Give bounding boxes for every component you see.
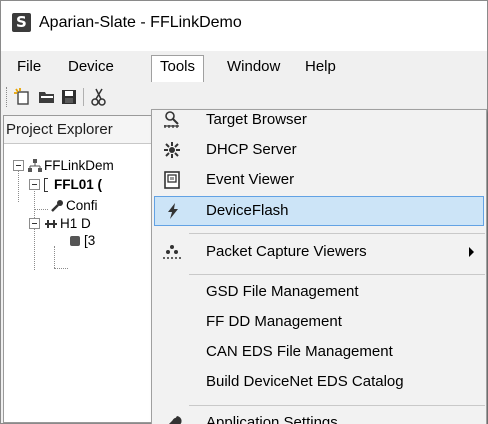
toolbar-separator	[83, 88, 84, 106]
submenu-arrow-icon	[469, 247, 474, 257]
project-explorer-title: Project Explorer	[6, 121, 113, 138]
menu-separator	[189, 405, 485, 406]
menu-item-label: Application Settings	[206, 414, 338, 424]
tree-expander-project[interactable]	[13, 160, 24, 171]
save-icon[interactable]	[59, 87, 79, 107]
menu-help[interactable]: Help	[297, 56, 344, 80]
menu-window[interactable]: Window	[219, 56, 288, 80]
menu-item-label: FF DD Management	[206, 313, 342, 330]
menu-bar: File Device Tools Window Help	[1, 51, 487, 82]
tree-expander-h1[interactable]	[29, 218, 40, 229]
menu-item-application-settings[interactable]: Application Settings	[154, 409, 484, 424]
new-icon[interactable]	[13, 87, 33, 107]
open-icon[interactable]	[37, 87, 57, 107]
menu-item-packet-capture[interactable]: Packet Capture Viewers	[154, 238, 484, 266]
cut-icon[interactable]	[89, 87, 109, 107]
device-node-icon	[70, 236, 80, 246]
tree-expander-device[interactable]	[29, 179, 40, 190]
menu-item-can-eds-file-management[interactable]: CAN EDS File Management	[154, 338, 484, 366]
menu-separator	[189, 274, 485, 275]
tree-item-config[interactable]: Confi	[66, 196, 162, 216]
app-logo-letter: S	[16, 13, 27, 31]
menu-item-dhcp-server[interactable]: DHCP Server	[154, 136, 484, 164]
menu-item-build-devicenet-eds-catalog[interactable]: Build DeviceNet EDS Catalog	[154, 368, 484, 396]
menu-item-label: GSD File Management	[206, 283, 359, 300]
target-browser-icon	[164, 111, 179, 128]
menu-item-label: Target Browser	[206, 111, 307, 128]
menu-item-label: CAN EDS File Management	[206, 343, 393, 360]
menu-item-ff-dd-management[interactable]: FF DD Management	[154, 308, 484, 336]
menu-item-device-flash[interactable]: DeviceFlash	[154, 196, 484, 226]
tree-line	[34, 188, 35, 270]
menu-item-target-browser[interactable]: Target Browser	[154, 106, 484, 134]
packet-capture-icon	[163, 245, 181, 259]
wrench-icon	[168, 416, 182, 424]
menu-separator	[189, 233, 485, 234]
toolbar-grip[interactable]	[6, 87, 9, 107]
project-explorer-header: Project Explorer	[4, 116, 162, 144]
menu-item-label: Event Viewer	[206, 171, 295, 188]
h1-bus-icon	[45, 220, 57, 228]
tree-line	[18, 166, 19, 202]
tree-item-project[interactable]: FFLinkDem	[44, 156, 162, 176]
app-window: S Aparian-Slate - FFLinkDemo File Device…	[0, 0, 488, 424]
menu-file[interactable]: File	[9, 56, 49, 80]
menu-item-gsd-file-management[interactable]: GSD File Management	[154, 278, 484, 306]
menu-item-event-viewer[interactable]: Event Viewer	[154, 166, 484, 194]
menu-device[interactable]: Device	[60, 56, 122, 80]
tree-item-device[interactable]: FFL01 (	[54, 175, 162, 195]
title-bar: S Aparian-Slate - FFLinkDemo	[1, 1, 487, 51]
tree-line	[54, 268, 68, 269]
menu-item-label: DeviceFlash	[206, 202, 289, 219]
project-explorer-panel: Project Explorer FFLinkDem FFL01 ( Confi	[3, 115, 163, 423]
menu-item-label: Packet Capture Viewers	[206, 243, 367, 260]
dhcp-server-icon	[164, 142, 180, 158]
device-flash-icon	[168, 203, 178, 219]
menu-item-label: Build DeviceNet EDS Catalog	[206, 373, 404, 390]
project-tree-icon	[28, 159, 42, 172]
wrench-tree-icon	[51, 200, 63, 212]
event-viewer-icon	[164, 171, 180, 189]
menu-tools[interactable]: Tools	[151, 55, 205, 82]
app-logo-icon: S	[12, 13, 31, 32]
tree-line	[34, 209, 48, 210]
menu-item-label: DHCP Server	[206, 141, 297, 158]
device-bracket-icon	[44, 178, 48, 192]
tree-line	[54, 246, 55, 268]
window-title: Aparian-Slate - FFLinkDemo	[39, 14, 242, 31]
tools-dropdown-menu: Target Browser DHCP Server Event Viewer	[151, 109, 487, 424]
